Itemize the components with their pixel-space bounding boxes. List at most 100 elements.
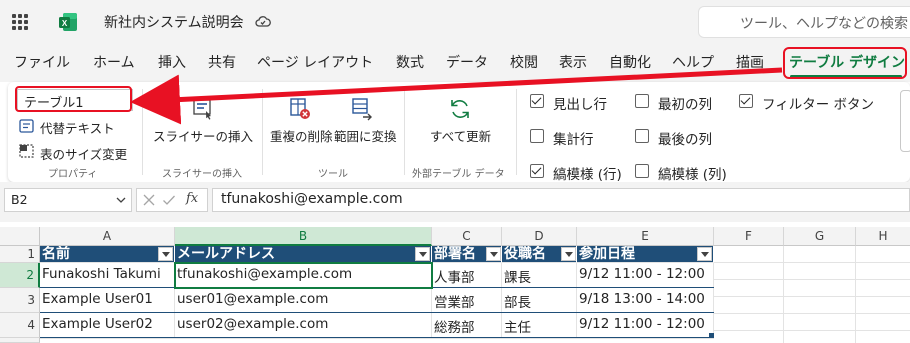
tab-page-layout[interactable]: ページ レイアウト <box>257 52 373 72</box>
convert-to-range-icon <box>352 98 372 121</box>
table-row-border <box>40 337 714 338</box>
svg-text:X: X <box>62 19 68 28</box>
column-header-e[interactable]: E <box>577 227 714 246</box>
filter-button-label: フィルター ボタン <box>762 97 875 113</box>
cell-e4[interactable]: 9/12 11:00 - 12:00 <box>577 313 714 338</box>
ribbon-separator <box>262 89 263 175</box>
excel-logo-icon: X <box>59 13 77 31</box>
column-header-a[interactable]: A <box>40 227 175 246</box>
total-row-checkbox[interactable] <box>530 129 544 143</box>
filter-dropdown-position[interactable] <box>561 247 576 261</box>
table-resize-handle[interactable] <box>709 333 714 338</box>
column-header-f[interactable]: F <box>714 227 784 246</box>
cell-e3[interactable]: 9/18 13:00 - 14:00 <box>577 288 714 313</box>
column-header-g[interactable]: G <box>784 227 856 246</box>
cell-c2[interactable]: 人事部 <box>432 263 502 288</box>
cloud-saved-icon[interactable] <box>254 13 272 31</box>
filter-dropdown-date[interactable] <box>697 247 712 261</box>
filter-dropdown-department[interactable] <box>486 247 501 261</box>
table-styles-gallery[interactable] <box>900 90 910 152</box>
first-column-label: 最初の列 <box>658 97 712 113</box>
table-header-date[interactable]: 参加日程 <box>577 246 714 263</box>
tab-draw[interactable]: 描画 <box>736 52 764 72</box>
document-title[interactable]: 新社内システム説明会 <box>104 12 244 32</box>
filter-button-checkbox[interactable] <box>739 94 753 108</box>
select-all-corner[interactable] <box>0 227 40 246</box>
cancel-icon[interactable] <box>142 193 156 207</box>
name-box[interactable]: B2 <box>4 188 132 212</box>
alt-text-button[interactable]: 代替テキスト <box>40 118 115 137</box>
search-placeholder: ツール、ヘルプなどの検索 <box>740 16 908 32</box>
last-column-label: 最後の列 <box>658 132 712 148</box>
banded-columns-checkbox[interactable] <box>635 164 649 178</box>
table-header-email[interactable]: メールアドレス <box>175 246 432 263</box>
app-launcher-icon[interactable] <box>12 14 28 30</box>
tab-data[interactable]: データ <box>446 52 488 72</box>
tab-view[interactable]: 表示 <box>559 52 587 72</box>
row-header-4[interactable]: 4 <box>0 313 40 338</box>
tab-file[interactable]: ファイル <box>14 52 70 72</box>
refresh-all-button[interactable]: すべて更新 <box>430 126 491 145</box>
table-header-name[interactable]: 名前 <box>40 246 175 263</box>
cell-d4[interactable]: 主任 <box>502 313 577 338</box>
insert-function-icon[interactable]: fx <box>186 191 198 206</box>
group-label-slicer: スライサーの挿入 <box>162 169 242 180</box>
cell-a3[interactable]: Example User01 <box>40 288 175 313</box>
tab-formulas[interactable]: 数式 <box>396 52 424 72</box>
tab-help[interactable]: ヘルプ <box>672 52 714 72</box>
ribbon-separator <box>404 89 405 175</box>
row-header-5[interactable] <box>0 338 40 343</box>
ribbon-separator <box>516 89 517 175</box>
group-label-properties: プロパティ <box>48 169 98 180</box>
header-row-checkbox[interactable] <box>530 94 544 108</box>
row-header-1[interactable]: 1 <box>0 246 40 263</box>
row-header-2[interactable]: 2 <box>0 263 40 288</box>
cell-a2[interactable]: Funakoshi Takumi <box>40 263 175 288</box>
filter-dropdown-email[interactable] <box>415 247 430 261</box>
cell-d2[interactable]: 課長 <box>502 263 577 288</box>
slicer-icon <box>193 99 211 120</box>
table-row-border <box>40 312 714 313</box>
cell-c4[interactable]: 総務部 <box>432 313 502 338</box>
empty-row[interactable] <box>40 338 714 343</box>
tab-share[interactable]: 共有 <box>208 52 236 72</box>
banded-rows-label: 縞模様 (行) <box>553 167 622 183</box>
column-header-d[interactable]: D <box>502 227 577 246</box>
remove-duplicates-icon <box>290 98 310 119</box>
cell-a4[interactable]: Example User02 <box>40 313 175 338</box>
total-row-label: 集計行 <box>553 132 594 148</box>
resize-table-button[interactable]: 表のサイズ変更 <box>40 144 127 163</box>
tab-automate[interactable]: 自動化 <box>609 52 651 72</box>
group-label-tools: ツール <box>318 169 348 180</box>
empty-cells[interactable] <box>714 246 910 343</box>
last-column-checkbox[interactable] <box>635 129 649 143</box>
first-column-checkbox[interactable] <box>635 94 649 108</box>
banded-rows-checkbox[interactable] <box>530 164 544 178</box>
formula-input[interactable]: tfunakoshi@example.com <box>212 188 910 212</box>
chevron-down-icon[interactable] <box>116 196 126 204</box>
enter-icon[interactable] <box>162 193 176 207</box>
tab-insert[interactable]: 挿入 <box>158 52 186 72</box>
cell-d3[interactable]: 部長 <box>502 288 577 313</box>
tab-home[interactable]: ホーム <box>93 52 135 72</box>
column-header-c[interactable]: C <box>432 227 502 246</box>
remove-duplicates-button[interactable]: 重複の削除 <box>270 126 333 145</box>
cell-b4[interactable]: user02@example.com <box>175 313 432 338</box>
resize-table-icon <box>19 144 34 158</box>
header-row-label: 見出し行 <box>553 97 607 113</box>
table-name-highlight-box <box>15 86 132 112</box>
group-label-external-data: 外部テーブル データ <box>412 169 505 180</box>
tab-review[interactable]: 校閲 <box>510 52 538 72</box>
insert-slicer-button[interactable]: スライサーの挿入 <box>153 126 253 145</box>
tab-highlight-box <box>783 47 907 79</box>
cell-b3[interactable]: user01@example.com <box>175 288 432 313</box>
row-header-3[interactable]: 3 <box>0 288 40 313</box>
column-header-h[interactable]: H <box>856 227 910 246</box>
cell-e2[interactable]: 9/12 11:00 - 12:00 <box>577 263 714 288</box>
cell-c3[interactable]: 営業部 <box>432 288 502 313</box>
column-header-b[interactable]: B <box>175 227 432 246</box>
banded-columns-label: 縞模様 (列) <box>658 167 727 183</box>
alt-text-icon <box>19 119 34 133</box>
filter-dropdown-name[interactable] <box>158 247 173 261</box>
convert-to-range-button[interactable]: 範囲に変換 <box>334 126 397 145</box>
